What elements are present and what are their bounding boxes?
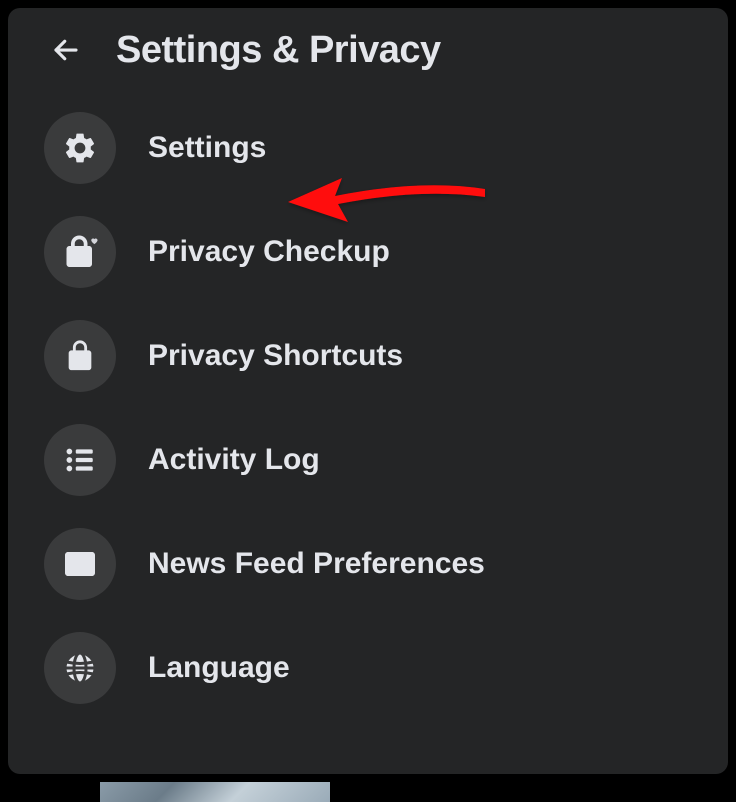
lock-icon [63,339,97,373]
list-icon [63,443,97,477]
menu-label: Settings [148,131,266,165]
list-icon-circle [44,424,116,496]
back-button[interactable] [44,28,88,72]
newspaper-icon [62,546,98,582]
back-arrow-icon [51,35,81,65]
lock-heart-icon-circle [44,216,116,288]
menu-item-activity-log[interactable]: Activity Log [44,424,700,496]
globe-icon [62,650,98,686]
globe-icon-circle [44,632,116,704]
menu-item-privacy-shortcuts[interactable]: Privacy Shortcuts [44,320,700,392]
menu-item-language[interactable]: Language [44,632,700,704]
gear-icon [62,130,98,166]
settings-privacy-panel: Settings & Privacy Settings Privacy Chec… [8,8,728,774]
panel-header: Settings & Privacy [36,28,700,72]
menu-label: Language [148,651,290,685]
gear-icon-circle [44,112,116,184]
menu-list: Settings Privacy Checkup Privacy Shortcu… [36,112,700,704]
menu-label: Privacy Shortcuts [148,339,403,373]
newspaper-icon-circle [44,528,116,600]
menu-label: Privacy Checkup [148,235,390,269]
menu-item-news-feed-preferences[interactable]: News Feed Preferences [44,528,700,600]
menu-label: Activity Log [148,443,320,477]
menu-label: News Feed Preferences [148,547,485,581]
menu-item-privacy-checkup[interactable]: Privacy Checkup [44,216,700,288]
page-title: Settings & Privacy [116,29,441,72]
menu-item-settings[interactable]: Settings [44,112,700,184]
background-photo-fragment [100,782,330,802]
lock-icon-circle [44,320,116,392]
lock-heart-icon [62,234,98,270]
